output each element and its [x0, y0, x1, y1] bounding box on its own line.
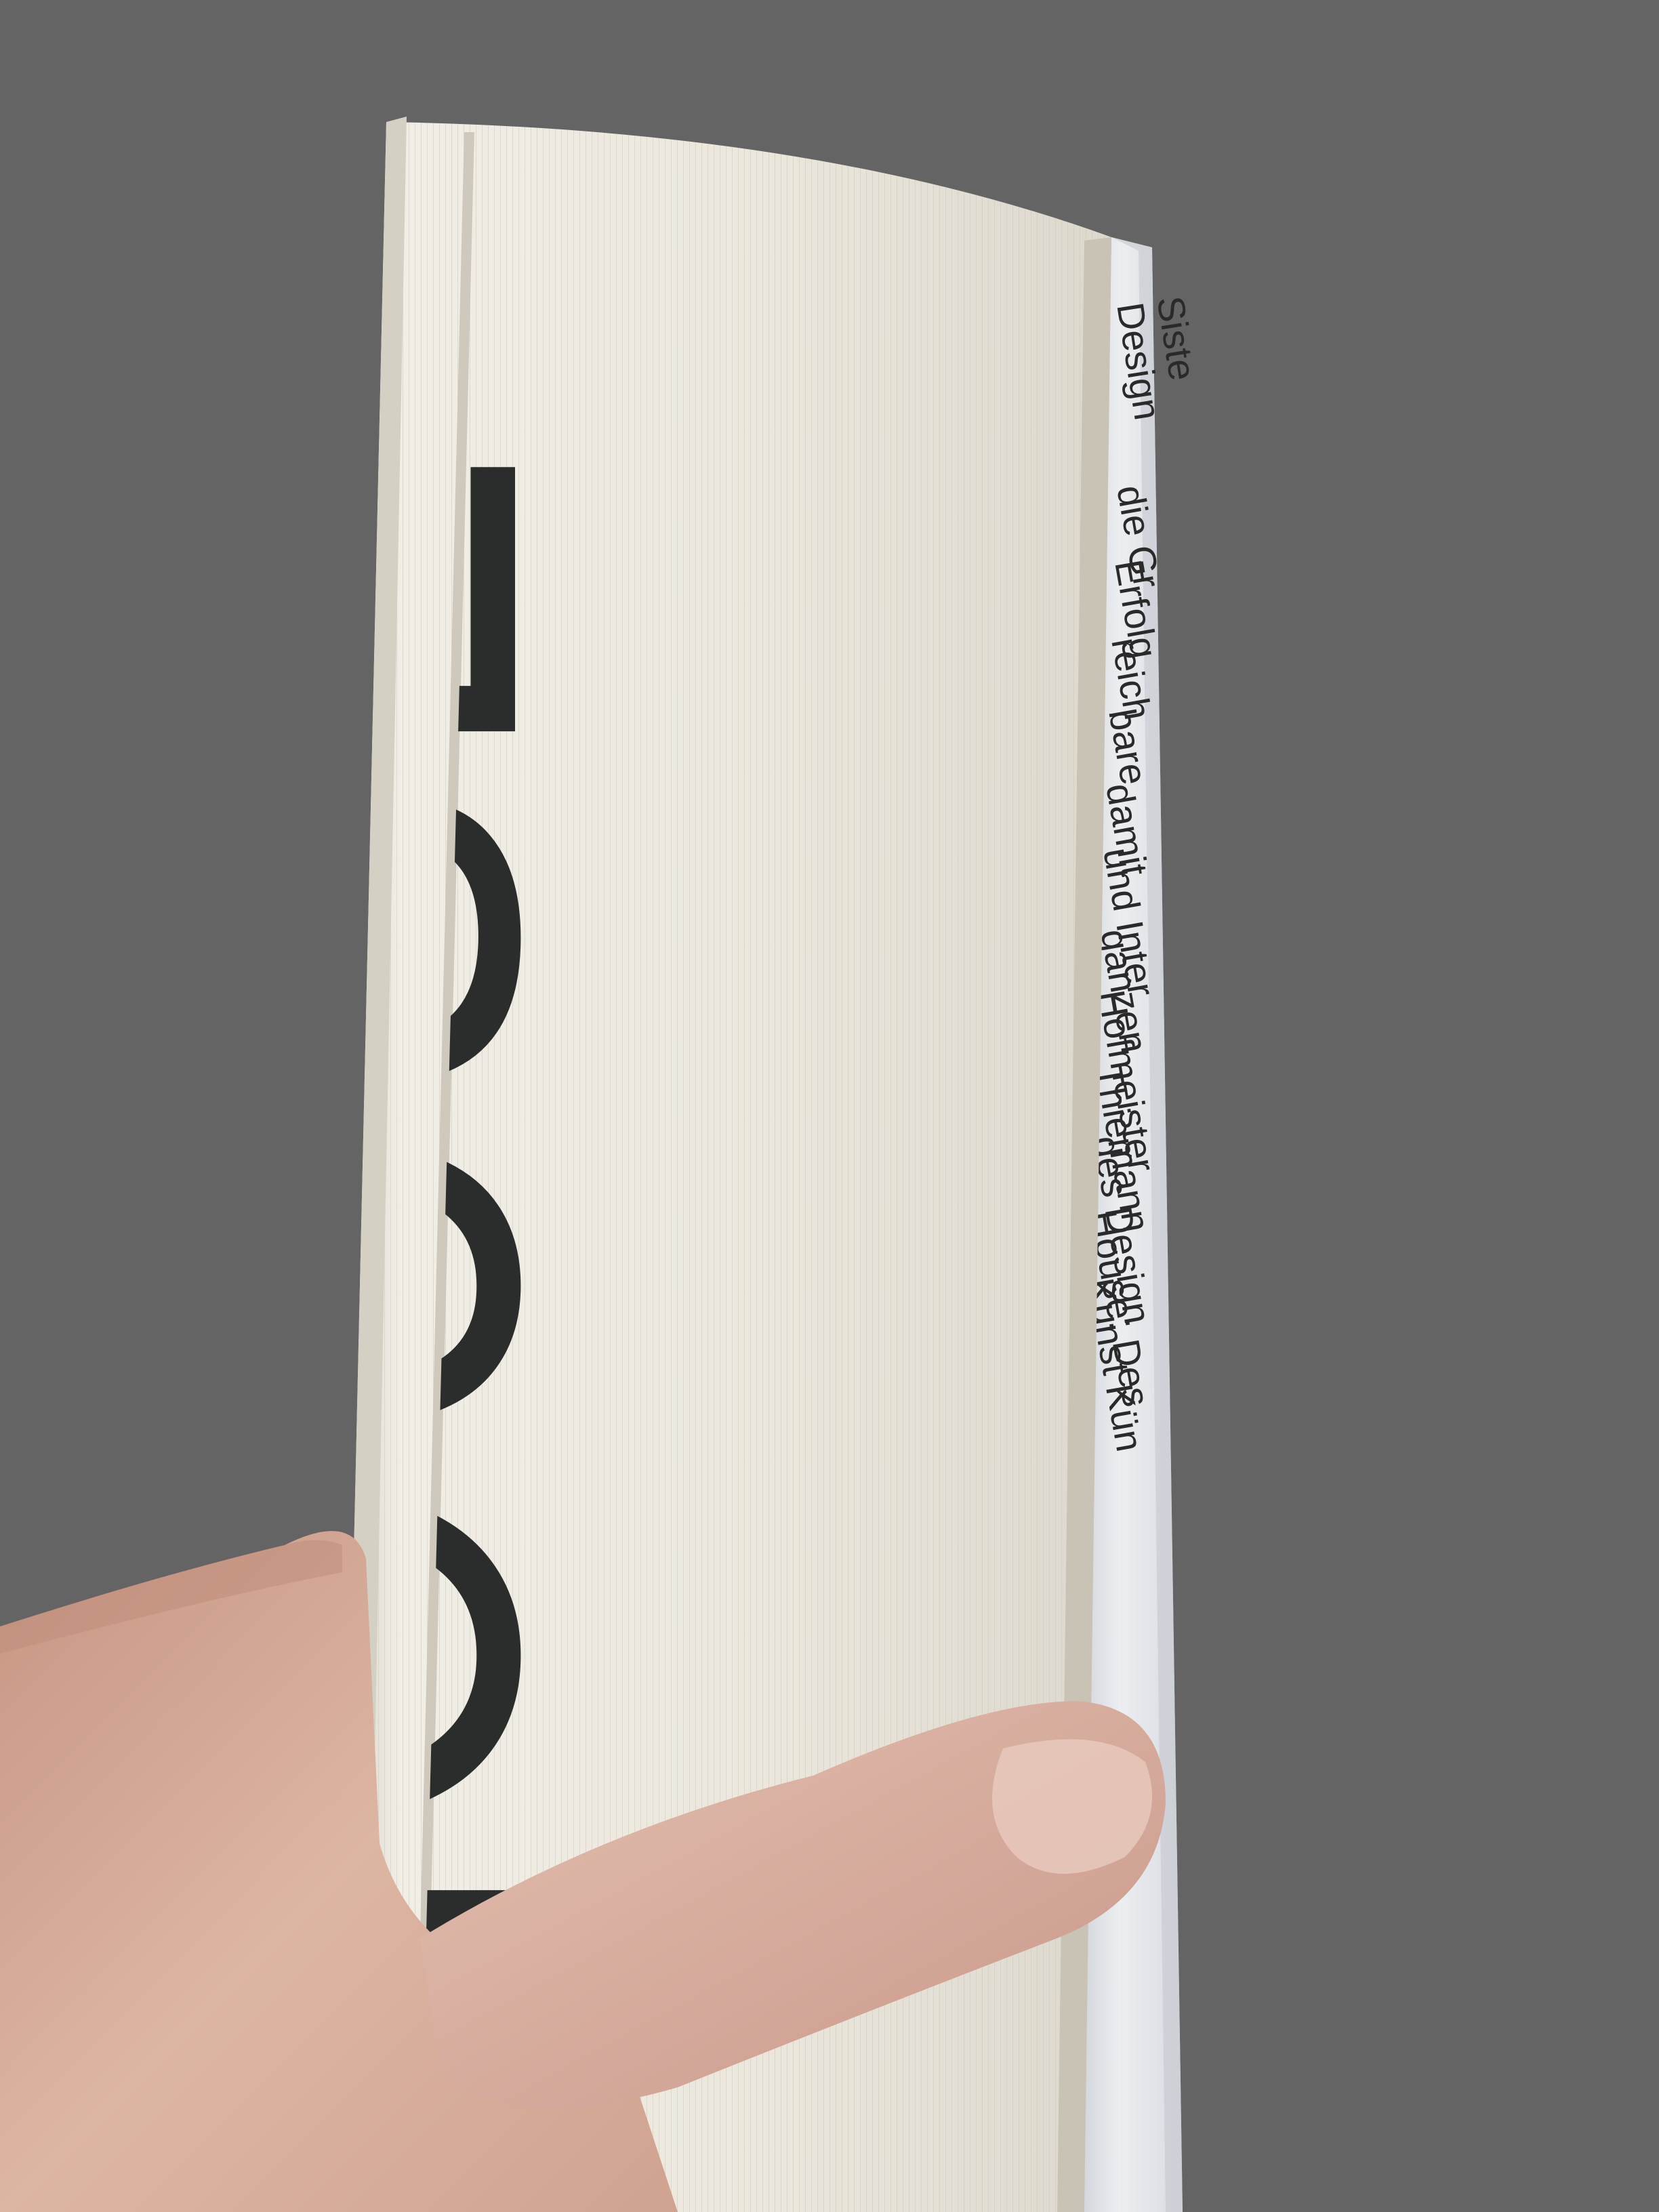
photo-scene: Design Siste die Gr Erfolg reich bare da…: [0, 0, 1659, 2212]
